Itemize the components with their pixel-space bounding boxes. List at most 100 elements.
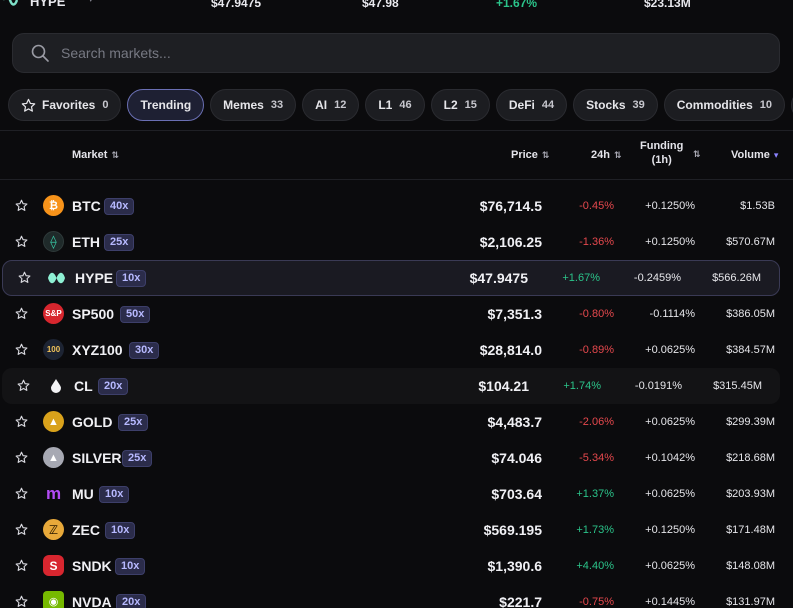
- tab-memes[interactable]: Memes 33: [210, 89, 297, 121]
- leverage-badge: 10x: [105, 522, 136, 539]
- market-row-sp500[interactable]: S&P SP500 50x $7,351.3 -0.80% -0.1114% $386.05…: [0, 296, 793, 332]
- hyperliquid-logo-icon: [3, 0, 18, 6]
- tab-l2[interactable]: L2 15: [430, 89, 490, 121]
- category-tabs: Favorites 0 Trending Memes 33 AI 12 L1 46 L2 15 DeF…: [8, 89, 793, 121]
- market-row-sndk[interactable]: S SNDK 10x $1,390.6 +4.40% +0.0625% $148.08M: [0, 548, 793, 584]
- market-funding: -0.0191%: [634, 380, 682, 392]
- volume-header-label: Volume: [731, 149, 770, 161]
- leverage-badge: 25x: [104, 234, 135, 251]
- favorite-star-icon[interactable]: [15, 559, 28, 572]
- market-symbol: SP500: [72, 306, 115, 322]
- market-volume: $1.53B: [740, 200, 775, 212]
- favorite-star-icon[interactable]: [17, 379, 30, 392]
- star-icon: [21, 98, 36, 112]
- tab-favorites[interactable]: Favorites 0: [8, 89, 122, 121]
- market-volume: $570.67M: [726, 236, 775, 248]
- tab-count: 44: [541, 99, 555, 111]
- favorite-star-icon[interactable]: [15, 595, 28, 608]
- market-price: $569.195: [483, 522, 542, 538]
- market-row-xyz100[interactable]: 100 XYZ100 30x $28,814.0 -0.89% +0.0625% $384.…: [0, 332, 793, 368]
- leverage-badge: 10x: [115, 558, 146, 575]
- favorite-star-icon[interactable]: [15, 523, 28, 536]
- favorite-star-icon[interactable]: [15, 415, 28, 428]
- favorite-star-icon[interactable]: [15, 343, 28, 356]
- favorite-star-icon[interactable]: [18, 271, 31, 284]
- market-change: -1.36%: [579, 236, 614, 248]
- favorite-star-icon[interactable]: [15, 307, 28, 320]
- market-price: $47.9475: [469, 270, 528, 286]
- nvidia-icon: ◉: [43, 591, 64, 608]
- tab-stocks[interactable]: Stocks 39: [573, 89, 658, 121]
- market-symbol: HYPE: [75, 270, 114, 286]
- market-row-silver[interactable]: ▲ SILVER 25x $74.046 -5.34% +0.1042% $218.68M: [0, 440, 793, 476]
- search-input[interactable]: [61, 45, 741, 61]
- chevron-down-icon[interactable]: ▾: [88, 0, 94, 5]
- market-row-gold[interactable]: ▲ GOLD 25x $4,483.7 -2.06% +0.0625% $299.39M: [0, 404, 793, 440]
- market-row-nvda[interactable]: ◉ NVDA 20x $221.7 -0.75% +0.1445% $131.97M: [0, 584, 793, 608]
- market-row-mu[interactable]: m MU 10x $703.64 +1.37% +0.0625% $203.93M: [0, 476, 793, 512]
- ticker-change: +1.67%: [496, 0, 538, 10]
- market-row-hype[interactable]: HYPE 10x $47.9475 +1.67% -0.2459% $566.26M: [2, 260, 780, 296]
- market-volume: $218.68M: [726, 452, 775, 464]
- market-symbol: ZEC: [72, 522, 100, 538]
- market-change: -0.80%: [579, 308, 614, 320]
- tab-defi[interactable]: DeFi 44: [495, 89, 568, 121]
- market-price: $104.21: [478, 378, 529, 394]
- tab-label: AI: [315, 98, 328, 112]
- market-symbol: BTC: [72, 198, 101, 214]
- sort-icon[interactable]: ⇅: [693, 149, 701, 160]
- leverage-badge: 10x: [116, 270, 147, 287]
- market-row-eth[interactable]: ⟠ ETH 25x $2,106.25 -1.36% +0.1250% $570.67M: [0, 224, 793, 260]
- sort-icon: ⇅: [111, 149, 120, 160]
- market-symbol: ETH: [72, 234, 100, 250]
- market-volume: $299.39M: [726, 416, 775, 428]
- tab-count: 39: [632, 99, 645, 111]
- tab-label: Memes: [223, 98, 264, 112]
- tab-label: L2: [443, 98, 458, 112]
- market-volume: $315.45M: [713, 380, 762, 392]
- change-header-label: 24h: [591, 149, 610, 161]
- price-column-header[interactable]: Price ⇅: [511, 149, 549, 161]
- market-funding: +0.1250%: [645, 524, 695, 536]
- volume-column-header[interactable]: Volume ▾: [731, 149, 778, 161]
- market-change: -0.45%: [579, 200, 614, 212]
- market-volume: $171.48M: [726, 524, 775, 536]
- market-volume: $566.26M: [712, 272, 761, 284]
- market-price: $221.7: [499, 594, 542, 608]
- market-symbol: XYZ100: [72, 342, 123, 358]
- market-change: +1.37%: [576, 488, 614, 500]
- tab-label: Stocks: [586, 98, 626, 112]
- tab-count: 46: [399, 99, 412, 111]
- market-column-header[interactable]: Market ⇅: [72, 149, 119, 161]
- market-funding: +0.0625%: [645, 416, 695, 428]
- change-column-header[interactable]: 24h ⇅: [591, 149, 622, 161]
- favorite-star-icon[interactable]: [15, 199, 28, 212]
- funding-column-header[interactable]: Funding (1h): [640, 140, 683, 166]
- ticker-symbol: HYPE: [30, 0, 66, 9]
- market-volume: $148.08M: [726, 560, 775, 572]
- tab-trending[interactable]: Trending: [127, 89, 205, 121]
- tab-l1[interactable]: L1 46: [365, 89, 425, 121]
- favorite-star-icon[interactable]: [15, 235, 28, 248]
- tab-commodities[interactable]: Commodities 10: [663, 89, 786, 121]
- market-volume: $384.57M: [726, 344, 775, 356]
- market-header-label: Market: [72, 149, 108, 161]
- tab-label: Favorites: [42, 98, 96, 112]
- favorite-star-icon[interactable]: [15, 487, 28, 500]
- tab-count: 10: [759, 99, 773, 111]
- market-row-zec[interactable]: ℤ ZEC 10x $569.195 +1.73% +0.1250% $171.48M: [0, 512, 793, 548]
- market-change: -2.06%: [579, 416, 614, 428]
- market-price: $76,714.5: [479, 198, 542, 214]
- tab-ai[interactable]: AI 12: [302, 89, 360, 121]
- market-price: $4,483.7: [487, 414, 543, 430]
- search-bar[interactable]: [12, 33, 780, 73]
- tab-label: Commodities: [676, 98, 753, 112]
- market-row-cl[interactable]: CL 20x $104.21 +1.74% -0.0191% $315.45M: [2, 368, 780, 404]
- market-row-btc[interactable]: ₿ BTC 40x $76,714.5 -0.45% +0.1250% $1.53B: [0, 188, 793, 224]
- market-funding: +0.0625%: [645, 560, 695, 572]
- market-symbol: SNDK: [72, 558, 112, 574]
- leverage-badge: 30x: [129, 342, 160, 359]
- market-price: $1,390.6: [487, 558, 543, 574]
- market-funding: +0.1250%: [645, 236, 695, 248]
- favorite-star-icon[interactable]: [15, 451, 28, 464]
